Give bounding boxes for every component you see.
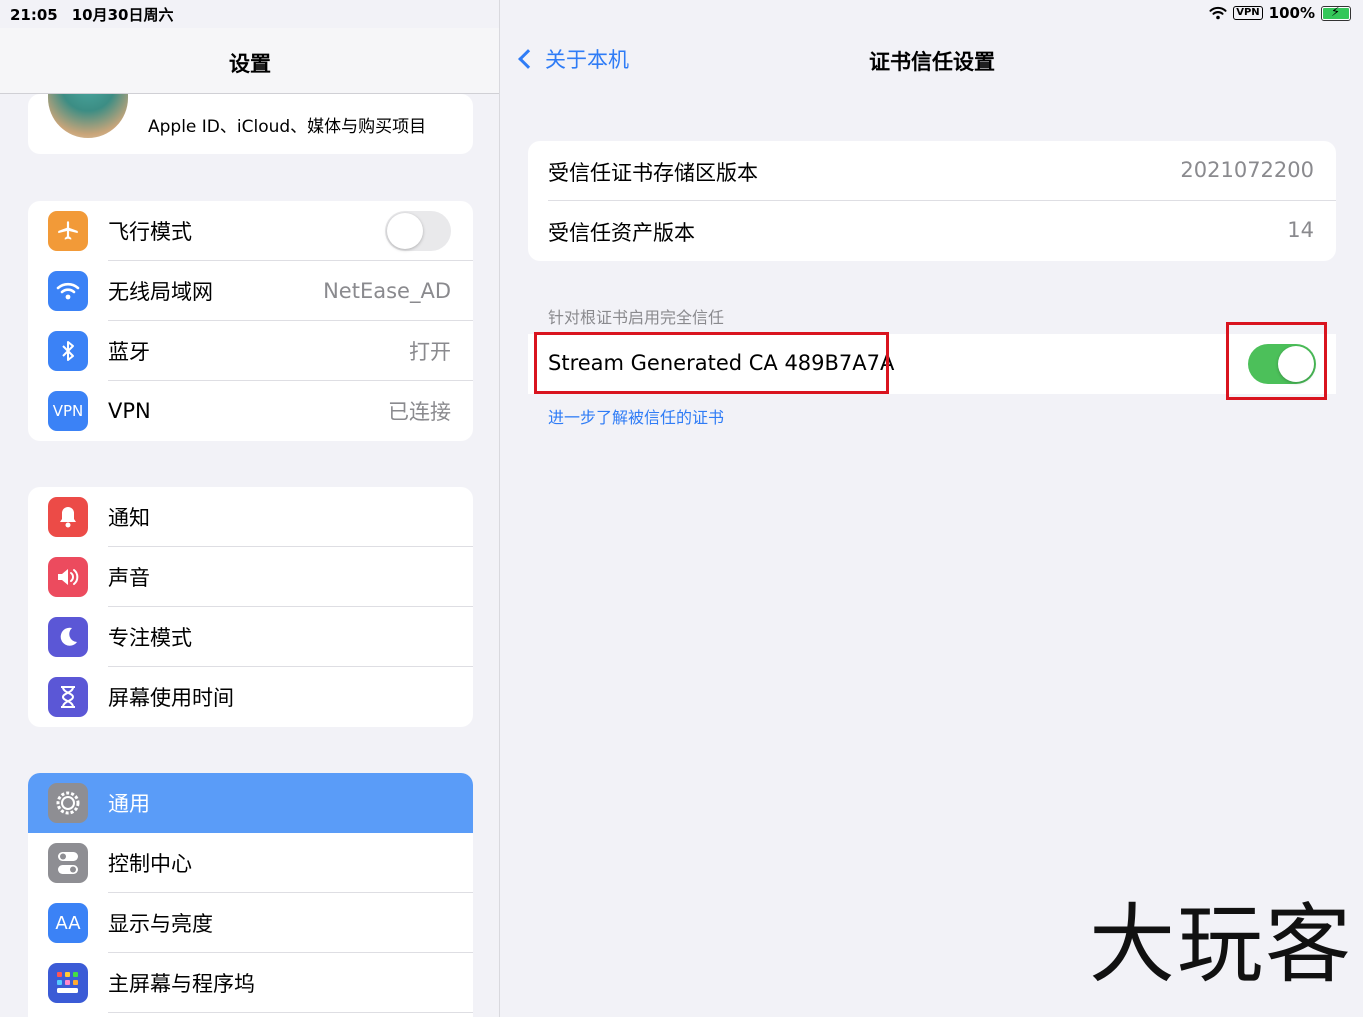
sidebar-item-focus[interactable]: 专注模式 [28,607,473,667]
vpn-status-badge: VPN [1233,6,1263,20]
info-label: 受信任证书存储区版本 [548,161,758,185]
info-value: 2021072200 [1180,158,1314,182]
battery-icon: ⚡ [1321,5,1351,21]
sidebar-item-control-center[interactable]: 控制中心 [28,833,473,893]
sidebar-item-label: 声音 [108,566,150,590]
trust-asset-version-row: 受信任资产版本 14 [528,201,1336,261]
sidebar-item-home-screen[interactable]: 主屏幕与程序坞 [28,953,473,1013]
home-grid-icon [48,963,88,1003]
divider [108,1012,473,1013]
sidebar-item-airplane-mode[interactable]: 飞行模式 [28,201,473,261]
page-title: 证书信任设置 [869,50,995,74]
switches-icon [48,843,88,883]
sidebar-item-vpn[interactable]: VPN VPN 已连接 [28,381,473,441]
notifications-group: 通知 声音 专注模式 屏幕使用时间 [28,487,473,727]
status-bar-left: 21:05 10月30日周六 [10,4,188,25]
sidebar-item-label: 无线局域网 [108,280,213,304]
wifi-status-icon [1209,6,1227,20]
sidebar-title: 设置 [229,52,271,76]
sidebar-header: 设置 [0,28,499,94]
moon-icon [48,617,88,657]
apple-id-row[interactable]: Apple ID、iCloud、媒体与购买项目 [28,78,473,154]
wifi-network-name: NetEase_AD [323,279,451,303]
trust-store-info-group: 受信任证书存储区版本 2021072200 受信任资产版本 14 [528,141,1336,261]
info-label: 受信任资产版本 [548,221,695,245]
bluetooth-icon [48,331,88,371]
info-value: 14 [1287,218,1314,242]
certificate-row: Stream Generated CA 489B7A7A [528,334,1336,394]
airplane-mode-toggle[interactable] [385,211,451,251]
connectivity-group: 飞行模式 无线局域网 NetEase_AD 蓝牙 打开 VPN VPN 已连接 [28,201,473,441]
status-date: 10月30日周六 [71,6,174,24]
status-time: 21:05 [10,6,58,24]
battery-percentage: 100% [1268,4,1315,22]
sidebar-item-label: 屏幕使用时间 [108,686,234,710]
vpn-status: 已连接 [388,400,451,424]
trust-store-version-row: 受信任证书存储区版本 2021072200 [528,141,1336,201]
sidebar-item-sounds[interactable]: 声音 [28,547,473,607]
bluetooth-status: 打开 [409,340,451,364]
speaker-icon [48,557,88,597]
apple-id-subtitle: Apple ID、iCloud、媒体与购买项目 [148,116,427,137]
status-bar-right: VPN 100% ⚡ [1209,4,1351,22]
sidebar-item-general[interactable]: 通用 [28,773,473,833]
detail-pane: 关于本机 证书信任设置 受信任证书存储区版本 2021072200 受信任资产版… [501,0,1363,1017]
toggle-knob [1278,346,1314,382]
watermark-logo: 大玩客 [1089,895,1353,995]
toggle-knob [387,213,423,249]
sidebar-item-notifications[interactable]: 通知 [28,487,473,547]
sidebar-item-screen-time[interactable]: 屏幕使用时间 [28,667,473,727]
wifi-icon [48,271,88,311]
sidebar-item-label: VPN [108,399,151,423]
certificate-name: Stream Generated CA 489B7A7A [548,351,895,375]
gear-icon [48,783,88,823]
sidebar-item-label: 飞行模式 [108,220,192,244]
section-header: 针对根证书启用完全信任 [548,308,725,327]
sidebar-item-display[interactable]: AA 显示与亮度 [28,893,473,953]
sidebar-item-label: 通用 [108,792,150,816]
learn-more-link[interactable]: 进一步了解被信任的证书 [548,404,724,428]
sidebar-item-label: 专注模式 [108,626,192,650]
sidebar-item-label: 控制中心 [108,852,192,876]
hourglass-icon [48,677,88,717]
sidebar-item-bluetooth[interactable]: 蓝牙 打开 [28,321,473,381]
certificate-trust-toggle[interactable] [1248,344,1316,384]
vpn-icon: VPN [48,391,88,431]
settings-sidebar: 设置 Apple ID、iCloud、媒体与购买项目 飞行模式 无线局域网 Ne… [0,0,500,1017]
bell-icon [48,497,88,537]
sidebar-item-label: 蓝牙 [108,340,150,364]
text-size-icon: AA [48,903,88,943]
sidebar-item-label: 显示与亮度 [108,912,213,936]
sidebar-item-label: 通知 [108,506,150,530]
general-group: 通用 控制中心 AA 显示与亮度 主屏幕与程序坞 [28,773,473,1017]
airplane-icon [48,211,88,251]
sidebar-item-label: 主屏幕与程序坞 [108,972,255,996]
sidebar-item-wifi[interactable]: 无线局域网 NetEase_AD [28,261,473,321]
